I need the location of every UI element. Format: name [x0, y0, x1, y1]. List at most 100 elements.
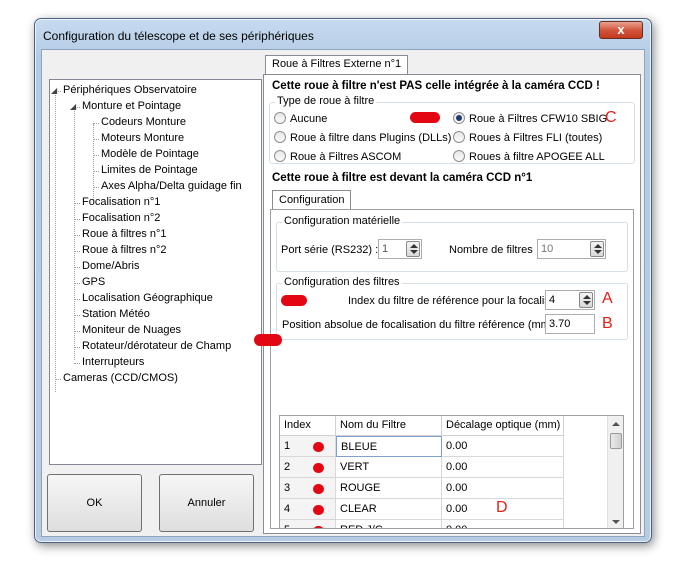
hw-group: Configuration matérielle Port série (RS2… [276, 215, 628, 272]
spin-buttons[interactable] [406, 241, 420, 257]
filters-group: Configuration des filtres Index du filtr… [276, 276, 628, 340]
tab-configuration[interactable]: Configuration [272, 190, 352, 210]
tree-item[interactable]: Codeurs Monture [101, 116, 186, 128]
grid-scrollbar[interactable] [607, 416, 623, 528]
grid-cell-index[interactable]: 1 [280, 436, 336, 457]
ref-index-spinner[interactable]: 4 [545, 290, 595, 310]
annotation-b: B [602, 315, 613, 332]
tab-roue-externe-1[interactable]: Roue à Filtres Externe n°1 [265, 55, 409, 74]
radio-icon [274, 131, 286, 143]
grid-cell-index[interactable]: 5 [280, 520, 336, 528]
tree-item[interactable]: Limites de Pointage [101, 164, 198, 176]
cancel-label: Annuler [187, 497, 226, 509]
filter-type-group: Type de roue à filtre Aucune Roue à Filt… [269, 95, 635, 164]
window-title: Configuration du télescope et de ses pér… [43, 29, 314, 43]
scroll-thumb[interactable] [610, 433, 622, 449]
close-button[interactable]: x [599, 21, 643, 39]
tree-item[interactable]: Roue à filtres n°2 [82, 244, 167, 256]
radio-apogee[interactable]: Roues à filtre APOGEE ALL [453, 150, 605, 163]
radio-plugins[interactable]: Roue à filtre dans Plugins (DLLs) [274, 131, 451, 144]
hw-group-label: Configuration matérielle [282, 215, 403, 227]
expand-icon[interactable]: ◢ [70, 102, 76, 111]
device-tree[interactable]: Périphériques Observatoire ◢ Monture et Po… [49, 79, 262, 465]
grid-cell-name[interactable]: VERT [336, 457, 442, 478]
annotation-mark-c [410, 112, 440, 123]
tree-item[interactable]: Moniteur de Nuages [82, 324, 181, 336]
abs-pos-input[interactable]: 3.70 [545, 314, 595, 334]
arrow-down-icon [410, 250, 418, 254]
annotation-mark-a [281, 295, 307, 306]
tree-item[interactable]: Localisation Géographique [82, 292, 213, 304]
title-bar[interactable]: Configuration du télescope et de ses pér… [35, 19, 651, 49]
grid-header[interactable]: Nom du Filtre [336, 416, 442, 436]
scroll-down-icon[interactable] [612, 520, 620, 524]
tree-item[interactable]: Modèle de Pointage [101, 148, 199, 160]
tree-item[interactable]: Focalisation n°1 [82, 196, 160, 208]
radio-aucune[interactable]: Aucune [274, 112, 327, 125]
nb-filters-label: Nombre de filtres [449, 244, 533, 256]
tree-item[interactable]: Périphériques Observatoire [63, 84, 197, 96]
abs-pos-label: Position absolue de focalisation du filt… [282, 319, 554, 331]
grid-cell-offset[interactable]: 0.00 [442, 457, 564, 478]
annotation-c: C [605, 109, 617, 126]
tree-item[interactable]: Station Météo [82, 308, 150, 320]
tree-item[interactable]: Monture et Pointage [82, 100, 181, 112]
tree-item[interactable]: Rotateur/dérotateur de Champ [82, 340, 231, 352]
grid-cell-offset[interactable]: 0.00 [442, 478, 564, 499]
radio-plugins-label: Roue à filtre dans Plugins (DLLs) [290, 132, 452, 144]
grid-header[interactable]: Décalage optique (mm) [442, 416, 564, 436]
scroll-up-icon[interactable] [612, 422, 620, 426]
ref-index-value: 4 [549, 294, 556, 306]
nb-filters-value: 10 [541, 243, 554, 255]
grid-cell-name[interactable]: ROUGE [336, 478, 442, 499]
annotation-d: D [496, 499, 508, 516]
spin-buttons[interactable] [579, 292, 593, 308]
cancel-button[interactable]: Annuler [159, 474, 254, 532]
tree-item[interactable]: Cameras (CCD/CMOS) [63, 372, 178, 384]
tree-item[interactable]: Roue à filtres n°1 [82, 228, 167, 240]
annotation-dot [313, 442, 324, 452]
tree-item[interactable]: Focalisation n°2 [82, 212, 160, 224]
grid-header[interactable]: Index [280, 416, 336, 436]
annotation-dot [313, 526, 324, 528]
ok-button[interactable]: OK [47, 474, 142, 532]
port-spinner[interactable]: 1 [378, 239, 422, 259]
annotation-dot [313, 484, 324, 494]
radio-icon [274, 150, 286, 162]
radio-cfw10[interactable]: Roue à Filtres CFW10 SBIG [453, 112, 607, 125]
annotation-mark-b [254, 334, 282, 346]
grid-cell-index[interactable]: 2 [280, 457, 336, 478]
arrow-up-icon [594, 244, 602, 248]
annotation-a: A [602, 290, 613, 307]
filters-grid[interactable]: Index Nom du Filtre Décalage optique (mm) 1… [279, 415, 624, 529]
tree-item[interactable]: Axes Alpha/Delta guidage fin [101, 180, 242, 192]
tab-label: Roue à Filtres Externe n°1 [272, 58, 402, 70]
tab-panel: Cette roue à filtre n'est PAS celle inté… [263, 74, 641, 534]
radio-icon [453, 131, 465, 143]
radio-fli[interactable]: Roues à Filtres FLI (toutes) [453, 131, 602, 144]
radio-icon [274, 112, 286, 124]
radio-fli-label: Roues à Filtres FLI (toutes) [469, 132, 603, 144]
grid-cell-name[interactable]: BLEUE [336, 436, 442, 457]
tree-item[interactable]: GPS [82, 276, 105, 288]
radio-ascom[interactable]: Roue à Filtres ASCOM [274, 150, 401, 163]
spin-buttons[interactable] [590, 241, 604, 257]
tree-item[interactable]: Interrupteurs [82, 356, 144, 368]
front-note: Cette roue à filtre est devant la caméra… [272, 172, 533, 184]
expand-icon[interactable]: ◢ [51, 86, 57, 95]
filters-group-label: Configuration des filtres [282, 276, 402, 288]
grid-cell-name[interactable]: RED J/C [336, 520, 442, 528]
grid-cell-index[interactable]: 3 [280, 478, 336, 499]
grid-cell-offset[interactable]: 0.00 [442, 520, 564, 528]
annotation-dot [313, 463, 324, 473]
radio-cfw10-label: Roue à Filtres CFW10 SBIG [469, 113, 608, 125]
tree-item[interactable]: Moteurs Monture [101, 132, 184, 144]
grid-cell-offset[interactable]: 0.00 [442, 436, 564, 457]
annotation-dot [313, 505, 324, 515]
grid-cell-name[interactable]: CLEAR [336, 499, 442, 520]
arrow-up-icon [583, 295, 591, 299]
nb-filters-spinner[interactable]: 10 [537, 239, 606, 259]
tree-item[interactable]: Dome/Abris [82, 260, 139, 272]
grid-cell-index[interactable]: 4 [280, 499, 336, 520]
radio-icon [453, 150, 465, 162]
